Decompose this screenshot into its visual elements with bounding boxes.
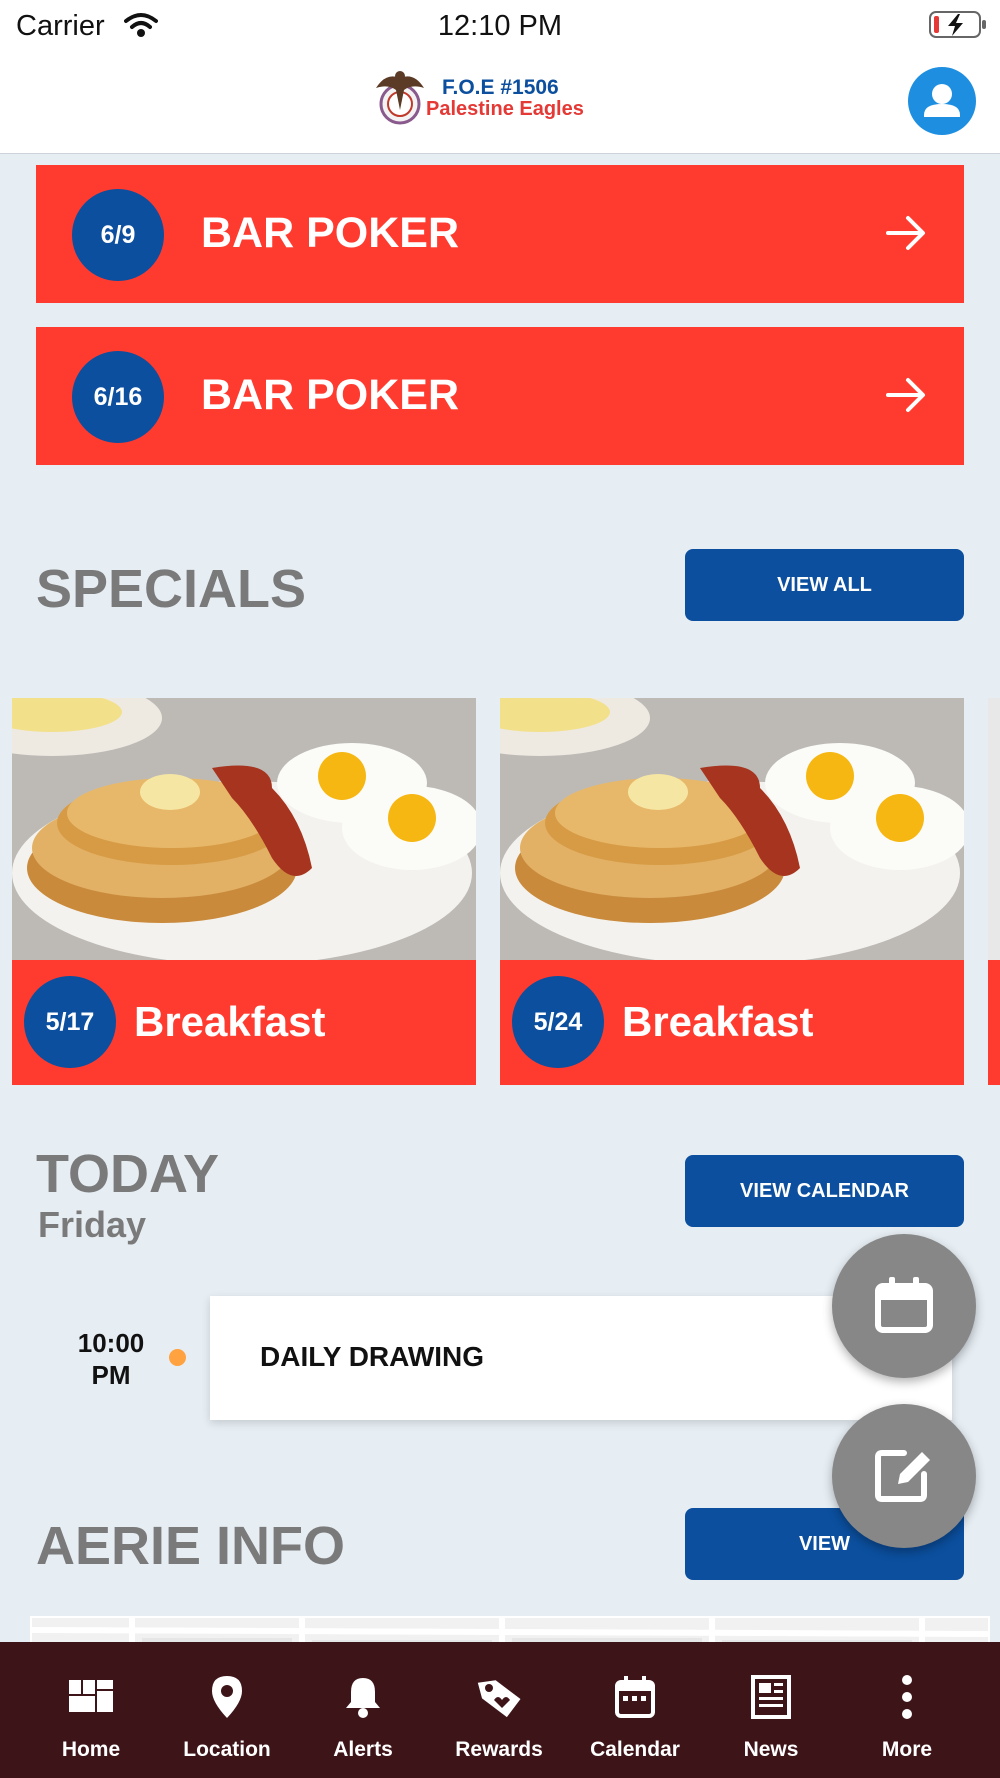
tab-rewards-label: Rewards [455,1738,543,1761]
tab-more-label: More [881,1738,933,1761]
aerie-info-heading: AERIE INFO [36,1516,346,1576]
pancake-breakfast-image [12,698,476,960]
calendar-fab[interactable] [832,1234,976,1378]
tab-location-label: Location [183,1738,271,1761]
tab-more[interactable]: More [839,1642,975,1778]
special-card-peek[interactable] [988,698,1000,1085]
eagle-emblem-icon [376,71,424,125]
tab-alerts-label: Alerts [333,1738,393,1761]
event-date-badge: 6/9 [72,189,164,281]
special-strip: 5/17 Breakfast [12,960,476,1085]
tab-rewards[interactable]: Rewards [431,1642,567,1778]
event-title: BAR POKER [201,209,460,257]
user-icon [924,84,960,117]
tab-calendar[interactable]: Calendar [567,1642,703,1778]
calendar-icon [615,1676,655,1718]
logo-title: F.O.E #1506 [442,76,559,99]
event-banner[interactable]: 6/16 BAR POKER [36,327,964,465]
tab-location[interactable]: Location [159,1642,295,1778]
battery-icon [929,11,986,38]
edit-note-icon [875,1450,930,1502]
location-pin-icon [212,1676,242,1718]
tab-news-label: News [743,1738,799,1761]
event-title: BAR POKER [201,371,460,419]
special-date-badge: 5/17 [24,976,116,1068]
tab-home[interactable]: Home [23,1642,159,1778]
more-vertical-icon [902,1675,912,1719]
special-strip: 5/24 Breakfast [500,960,964,1085]
tab-calendar-label: Calendar [590,1738,680,1761]
clock: 12:10 PM [437,10,563,42]
event-time-hour: 10:00 [77,1328,145,1358]
special-photo [12,698,476,960]
today-event-title: DAILY DRAWING [260,1341,485,1372]
special-title: Breakfast [622,998,814,1045]
app-header: F.O.E #1506 Palestine Eagles [0,52,1000,154]
special-strip [988,960,1000,1085]
view-all-specials-button[interactable]: VIEW ALL [685,549,964,621]
bottom-tab-bar: Home Location Alerts Rewards Calendar Ne… [0,1642,1000,1778]
bell-icon [346,1678,380,1718]
specials-heading: SPECIALS [36,559,307,619]
app-logo: F.O.E #1506 Palestine Eagles [370,62,600,130]
arrow-right-icon [886,378,925,412]
newspaper-icon [751,1675,791,1719]
special-title: Breakfast [134,998,326,1045]
today-day: Friday [38,1204,147,1245]
special-card[interactable]: 5/17 Breakfast [12,698,476,1085]
status-bar: Carrier 12:10 PM [0,0,1000,52]
pancake-breakfast-image [500,698,964,960]
tab-news[interactable]: News [703,1642,839,1778]
profile-button[interactable] [908,67,976,135]
event-time: 10:00 PM [56,1327,166,1391]
compose-fab[interactable] [832,1404,976,1548]
logo-subtitle: Palestine Eagles [426,98,584,120]
event-date-badge: 6/16 [72,351,164,443]
special-card[interactable]: 5/24 Breakfast [500,698,964,1085]
special-photo [500,698,964,960]
view-calendar-button[interactable]: VIEW CALENDAR [685,1155,964,1227]
special-date-badge: 5/24 [512,976,604,1068]
event-time-period: PM [91,1360,131,1390]
today-heading: TODAY [36,1144,220,1204]
tab-alerts[interactable]: Alerts [295,1642,431,1778]
event-banner[interactable]: 6/9 BAR POKER [36,165,964,303]
calendar-icon [875,1277,933,1333]
arrow-right-icon [886,216,925,250]
tab-home-label: Home [61,1738,121,1761]
timeline-dot [169,1349,186,1366]
dashboard-icon [69,1680,113,1712]
tag-icon [477,1680,521,1718]
